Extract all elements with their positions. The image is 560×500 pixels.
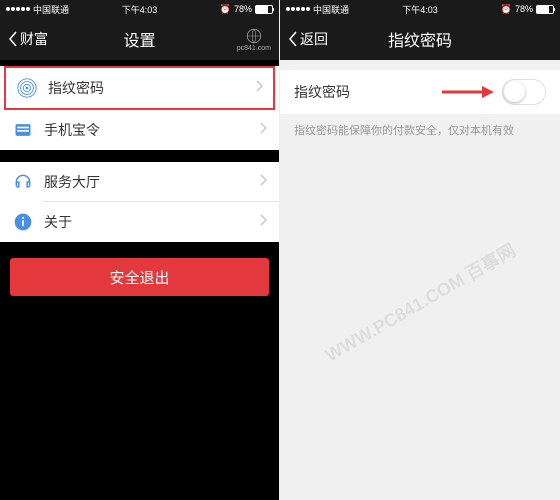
list-item-service[interactable]: 服务大厅 [0, 162, 279, 202]
list-item-about[interactable]: 关于 [0, 202, 279, 242]
battery-pct: 78% [515, 4, 533, 14]
headset-icon [12, 171, 34, 193]
info-icon [12, 211, 34, 233]
globe-icon [245, 27, 263, 45]
list-label: 指纹密码 [48, 78, 256, 98]
back-button[interactable]: 财富 [8, 29, 48, 49]
toggle-knob [504, 81, 525, 102]
list-label: 关于 [44, 212, 260, 232]
toggle-row-fingerprint: 指纹密码 [280, 70, 560, 114]
token-icon [12, 119, 34, 141]
alarm-icon: ⏰ [501, 4, 512, 15]
signal-icon [6, 7, 30, 11]
page-title: 设置 [123, 27, 155, 51]
list-item-mobile-token[interactable]: 手机宝令 [0, 110, 279, 150]
highlight-box: 指纹密码 [4, 66, 275, 110]
logo-text: pc841.com [237, 45, 271, 52]
chevron-left-icon [288, 31, 298, 47]
chevron-right-icon [260, 173, 267, 191]
status-time: 下午4:03 [402, 3, 438, 16]
chevron-right-icon [256, 79, 263, 97]
status-bar: 中国联通 下午4:03 ⏰ 78% [0, 0, 279, 18]
battery-icon [255, 5, 273, 14]
alarm-icon: ⏰ [220, 4, 231, 15]
back-label: 返回 [300, 29, 328, 49]
watermark: WWW.PC841.COM 百事网 [320, 237, 520, 368]
arrow-annotation [440, 84, 494, 100]
battery-icon [536, 5, 554, 14]
hint-text: 指纹密码能保障你的付款安全，仅对本机有效 [280, 114, 560, 146]
nav-bar: 返回 指纹密码 [280, 18, 560, 60]
signal-icon [286, 7, 310, 11]
battery-pct: 78% [234, 4, 252, 14]
logout-button[interactable]: 安全退出 [10, 258, 269, 296]
chevron-right-icon [260, 213, 267, 231]
chevron-right-icon [260, 121, 267, 139]
nav-bar: 财富 设置 pc841.com [0, 18, 279, 60]
list-item-fingerprint[interactable]: 指纹密码 [6, 68, 273, 108]
carrier-label: 中国联通 [33, 3, 69, 16]
toggle-switch[interactable] [502, 79, 546, 105]
status-time: 下午4:03 [122, 3, 158, 16]
chevron-left-icon [8, 31, 18, 47]
back-button[interactable]: 返回 [288, 29, 328, 49]
status-bar: 中国联通 下午4:03 ⏰ 78% [280, 0, 560, 18]
fingerprint-icon [16, 77, 38, 99]
carrier-label: 中国联通 [313, 3, 349, 16]
back-label: 财富 [20, 29, 48, 49]
logout-label: 安全退出 [109, 267, 169, 288]
list-label: 手机宝令 [44, 120, 260, 140]
list-label: 服务大厅 [44, 172, 260, 192]
toggle-label: 指纹密码 [294, 82, 440, 102]
page-title: 指纹密码 [388, 27, 452, 51]
logo: pc841.com [237, 27, 271, 52]
